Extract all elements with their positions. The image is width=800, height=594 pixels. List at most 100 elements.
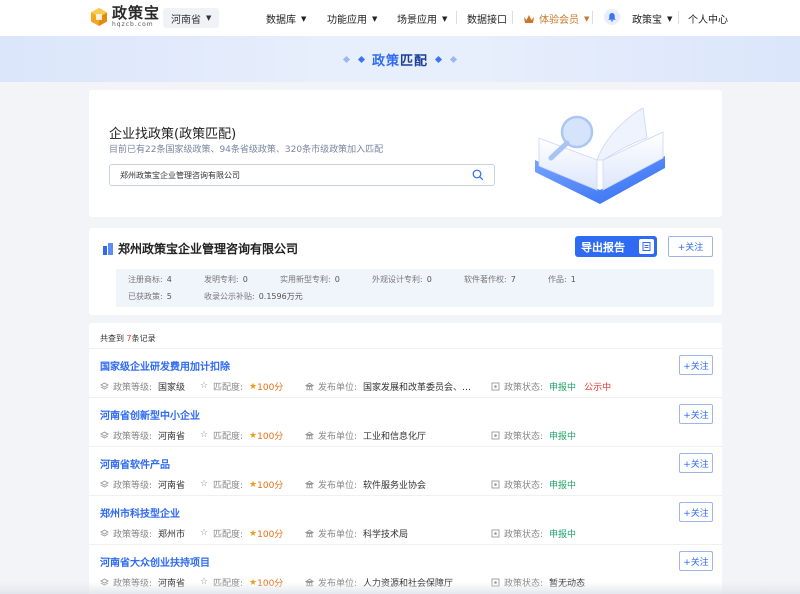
diamond-icon [357, 55, 366, 63]
bell-icon [608, 13, 616, 22]
personal-center-link[interactable]: 个人中心 [688, 11, 728, 26]
region-label: 河南省 [171, 14, 201, 26]
stat-trademarks: 注册商标: 4 [128, 275, 172, 284]
stat-obtained-policies: 已获政策: 5 [128, 292, 172, 301]
bank-icon [305, 480, 314, 489]
policy-item: 国家级企业研发费用加计扣除 +关注 政策等级: 国家级 ☆ 匹配度: ★ 100分 发布… [89, 348, 722, 397]
company-search-input[interactable] [110, 165, 450, 185]
nav-item-label: 场景应用 [397, 15, 437, 26]
policy-item: 郑州市科技型企业 +关注 政策等级: 郑州市 ☆ 匹配度: ★ 100分 发布单位: 科学… [89, 495, 722, 544]
stat-invention-patents: 发明专利: 0 [204, 275, 248, 284]
company-name: 郑州政策宝企业管理咨询有限公司 [118, 242, 299, 256]
search-title: 企业找政策(政策匹配) [109, 127, 237, 142]
export-report-button[interactable]: 导出报告 [575, 236, 657, 257]
star-outline-icon: ☆ [200, 528, 209, 538]
star-icon: ★ [249, 430, 258, 441]
region-selector[interactable]: 河南省 ▼ [163, 8, 220, 28]
chevron-down-icon: ▼ [301, 14, 307, 23]
diamond-icon [342, 55, 351, 63]
star-outline-icon: ☆ [200, 381, 209, 391]
star-outline-icon: ☆ [200, 479, 209, 489]
book-magnifier-illustration [535, 107, 665, 204]
diamond-icon [434, 55, 443, 63]
policy-title[interactable]: 国家级企业研发费用加计扣除 [100, 358, 230, 373]
user-menu[interactable]: 政策宝 ▼ [632, 11, 673, 27]
nav-item-vip[interactable]: 体验会员 ▼ [523, 11, 589, 26]
layers-icon [100, 431, 109, 439]
page-banner: 政策匹配 [0, 36, 800, 82]
nav-divider [456, 11, 457, 24]
star-icon: ★ [249, 528, 258, 539]
user-label: 政策宝 [632, 15, 662, 26]
chevron-down-icon: ▼ [442, 14, 448, 23]
follow-policy-button[interactable]: +关注 [679, 551, 713, 571]
company-stats: 注册商标: 4 发明专利: 0 实用新型专利: 0 外观设计专利: 0 软件著作权: 7 … [116, 269, 714, 307]
nav-item-scenarios[interactable]: 场景应用 ▼ [397, 11, 448, 27]
follow-policy-button[interactable]: +关注 [679, 502, 713, 522]
nav-item-label: 数据库 [266, 15, 296, 26]
company-card: 郑州政策宝企业管理咨询有限公司 导出报告 +关注 注册商标: 4 发明专利: 0 实… [89, 228, 722, 315]
logo-cn: 政策宝 [112, 4, 161, 22]
nav-item-label: 数据接口 [467, 15, 507, 26]
layers-icon [100, 382, 109, 390]
results-count: 共查到 7条记录 [100, 334, 156, 343]
results-card: 共查到 7条记录 国家级企业研发费用加计扣除 +关注 政策等级: 国家级 ☆ 匹配度… [89, 323, 722, 594]
bank-icon [305, 431, 314, 440]
building-icon [103, 242, 113, 255]
chevron-down-icon: ▼ [667, 14, 673, 23]
vip-label: 体验会员 [539, 15, 579, 26]
chevron-down-icon: ▼ [206, 14, 212, 22]
nav-item-database[interactable]: 数据库 ▼ [266, 11, 307, 27]
follow-policy-button[interactable]: +关注 [679, 355, 713, 375]
company-title: 郑州政策宝企业管理咨询有限公司 [102, 240, 298, 257]
logo[interactable]: 政策宝 hqzcb.com [89, 6, 160, 28]
stat-design-patents: 外观设计专利: 0 [372, 275, 432, 284]
logo-en: hqzcb.com [112, 21, 154, 28]
diamond-icon [449, 55, 458, 63]
policy-item: 河南省创新型中小企业 +关注 政策等级: 河南省 ☆ 匹配度: ★ 100分 发布单位:… [89, 397, 722, 446]
logo-cube-icon [91, 8, 107, 26]
nav-divider [592, 11, 593, 24]
status-icon [491, 529, 500, 538]
bank-icon [305, 529, 314, 538]
nav-item-features[interactable]: 功能应用 ▼ [327, 11, 378, 27]
policy-title[interactable]: 河南省创新型中小企业 [100, 407, 200, 422]
star-icon: ★ [249, 381, 258, 392]
layers-icon [100, 480, 109, 488]
policy-title[interactable]: 郑州市科技型企业 [100, 505, 180, 520]
nav-divider [678, 11, 679, 24]
policy-title[interactable]: 河南省软件产品 [100, 456, 170, 471]
bottom-fade [0, 582, 800, 594]
stat-works: 作品: 1 [548, 275, 576, 284]
layers-icon [100, 529, 109, 537]
page-title: 政策匹配 [371, 53, 429, 69]
stat-utility-patents: 实用新型专利: 0 [280, 275, 340, 284]
status-icon [491, 431, 500, 440]
nav-item-label: 功能应用 [327, 15, 367, 26]
search-box [109, 164, 495, 186]
status-icon [491, 382, 500, 391]
policy-title[interactable]: 河南省大众创业扶持项目 [100, 554, 210, 569]
export-report-label: 导出报告 [581, 240, 625, 254]
follow-policy-button[interactable]: +关注 [679, 404, 713, 424]
search-subtitle: 目前已有22条国家级政策、94条省级政策、320条市级政策加入匹配 [109, 145, 384, 155]
bank-icon [305, 382, 314, 391]
top-nav: 政策宝 hqzcb.com 河南省 ▼ 数据库 ▼ 功能应用 ▼ 场景应用 ▼ 数据接… [0, 0, 800, 36]
star-outline-icon: ☆ [200, 430, 209, 440]
policy-item: 河南省软件产品 +关注 政策等级: 河南省 ☆ 匹配度: ★ 100分 发布单位: 软件服… [89, 446, 722, 495]
status-icon [491, 480, 500, 489]
notification-button[interactable] [604, 9, 620, 25]
search-icon[interactable] [472, 169, 484, 181]
document-icon [639, 239, 654, 254]
personal-center-label: 个人中心 [688, 15, 728, 26]
star-icon: ★ [249, 479, 258, 490]
stat-subsidies: 收录公示补贴: 0.1596万元 [204, 292, 303, 301]
nav-item-api[interactable]: 数据接口 [467, 11, 507, 26]
chevron-down-icon: ▼ [584, 14, 590, 23]
follow-policy-button[interactable]: +关注 [679, 453, 713, 473]
follow-company-button[interactable]: +关注 [668, 236, 713, 257]
stat-software-copyrights: 软件著作权: 7 [464, 275, 516, 284]
crown-icon [524, 14, 534, 23]
chevron-down-icon: ▼ [372, 14, 378, 23]
nav-divider [512, 11, 513, 24]
